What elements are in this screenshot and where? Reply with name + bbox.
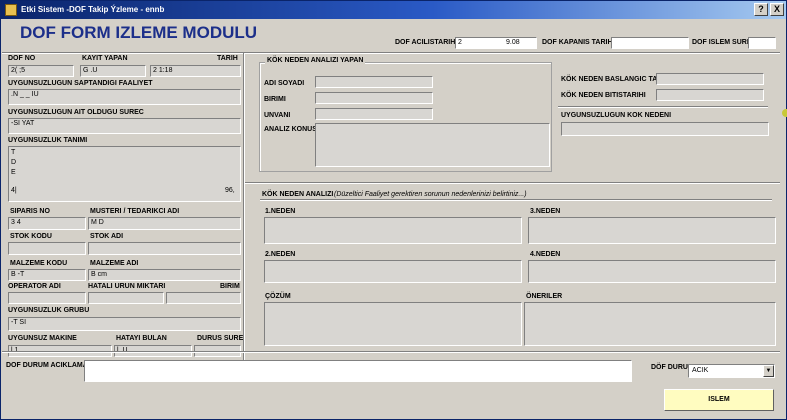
kok-nedeni-field[interactable] <box>561 122 769 136</box>
malzeme-adi-label: MALZEME ADI <box>90 260 139 267</box>
tanim-field[interactable]: T D E 4| 96, <box>8 146 241 202</box>
neden-3-field[interactable] <box>528 217 776 244</box>
kapanis-tarihi-field[interactable] <box>611 37 689 49</box>
separator <box>260 199 772 201</box>
neden-4-field[interactable] <box>528 260 776 283</box>
separator-vertical <box>243 53 245 368</box>
dof-durum-value: ACIK <box>692 367 709 374</box>
siparis-field[interactable]: 3 4 <box>8 217 86 230</box>
stok-adi-field[interactable] <box>88 242 241 255</box>
surec-label: UYGUNSUZLUGUN AIT OLDUGU SUREC <box>8 109 144 116</box>
durum-aciklama-label: DOF DURUM ACIKLAMA : <box>6 362 92 369</box>
acilis-tarihi-label: DOF ACILISTARIHI : <box>395 39 462 46</box>
kayit-yapan-field[interactable]: G .U <box>80 65 146 77</box>
malzeme-kodu-label: MALZEME KODU <box>10 260 68 267</box>
cozum-label: ÇÖZÜM <box>265 293 291 300</box>
acilis-day: 2 <box>458 39 462 46</box>
kayit-yapan-label: KAYIT YAPAN <box>82 55 128 62</box>
separator <box>2 52 780 54</box>
durus-sure-label: DURUS SURE <box>197 335 244 342</box>
islem-sure-field[interactable] <box>748 37 776 49</box>
dof-no-field[interactable]: 2( ;5 <box>8 65 74 77</box>
islem-sure-label: DOF ISLEM SURE : <box>692 39 756 46</box>
faaliyet-label: UYGUNSUZLUGUN SAPTANDIGI FAALIYET <box>8 80 153 87</box>
side-marker <box>782 109 787 117</box>
tanim-line-2: D <box>11 159 17 166</box>
grubu-label: UYGUNSUZLUK GRUBU <box>8 307 90 314</box>
malzeme-kodu-field[interactable]: B -T <box>8 269 86 281</box>
neden-4-label: 4.NEDEN <box>530 251 561 258</box>
window-title: Etki Sistem -DOF Takip Ýzleme - ennb <box>21 5 165 14</box>
neden-2-field[interactable] <box>264 260 522 283</box>
adi-soyadi-label: ADI SOYADI <box>264 80 305 87</box>
hatali-miktar-field[interactable] <box>88 292 164 304</box>
surec-field[interactable]: -SI YAT <box>8 118 241 134</box>
makine-label: UYGUNSUZ MAKINE <box>8 335 77 342</box>
acilis-tarihi-field[interactable]: 2 9.08 <box>455 37 537 49</box>
chevron-down-icon[interactable]: ▼ <box>763 365 774 377</box>
separator <box>2 351 780 353</box>
durum-aciklama-field[interactable] <box>84 360 632 382</box>
neden-1-field[interactable] <box>264 217 522 244</box>
analiz-konusu-field[interactable] <box>315 123 550 167</box>
tarih-label: TARIH <box>217 55 238 62</box>
malzeme-adi-field[interactable]: B cm <box>88 269 241 281</box>
birimi-label: BIRIMI <box>264 96 286 103</box>
kok-neden-yapan-title: KÖK NEDEN ANALIZI YAPAN <box>265 57 366 64</box>
hatali-label: HATALI URUN MIKTARI <box>88 283 166 290</box>
neden-2-label: 2.NEDEN <box>265 251 296 258</box>
dof-durum-select[interactable]: ACIK ▼ <box>688 364 775 378</box>
separator <box>245 182 780 184</box>
dof-no-label: DOF NO <box>8 55 36 62</box>
operator-label: OPERATOR ADI <box>8 283 61 290</box>
analiz-konusu-label: ANALIZ KONUSU <box>264 126 322 133</box>
cozum-field[interactable] <box>264 302 522 346</box>
oneriler-field[interactable] <box>524 302 776 346</box>
kok-nedeni-label: UYGUNSUZLUGUN KOK NEDENI <box>561 112 672 119</box>
oneriler-label: ÖNERILER <box>526 293 563 300</box>
bitis-tarihi-field[interactable] <box>656 89 764 101</box>
tanim-line-4: 4| <box>11 187 17 194</box>
birim-label: BIRIM <box>220 283 240 290</box>
form-title: DOF FORM IZLEME MODULU <box>20 23 258 42</box>
bitis-tarihi-label: KÖK NEDEN BITISTARIHI <box>561 92 646 99</box>
musteri-field[interactable]: M D <box>88 217 241 230</box>
help-button[interactable]: ? <box>754 3 768 16</box>
app-window: Etki Sistem -DOF Takip Ýzleme - ennb ? X… <box>0 0 787 420</box>
birim-field[interactable] <box>166 292 241 304</box>
adi-soyadi-field[interactable] <box>315 76 433 88</box>
hatayi-bulan-label: HATAYI BULAN <box>116 335 167 342</box>
form-client-area: DOF FORM IZLEME MODULU DOF ACILISTARIHI … <box>2 19 782 416</box>
stok-adi-label: STOK ADI <box>90 233 124 240</box>
siparis-label: SIPARIS NO <box>10 208 50 215</box>
kapanis-tarihi-label: DOF KAPANIS TARIHI : <box>542 39 619 46</box>
stok-kodu-label: STOK KODU <box>10 233 52 240</box>
operator-field[interactable] <box>8 292 86 304</box>
stok-kodu-field[interactable] <box>8 242 86 255</box>
unvani-field[interactable] <box>315 108 433 120</box>
unvani-label: UNVANI <box>264 112 291 119</box>
neden-1-label: 1.NEDEN <box>265 208 296 215</box>
tanim-right-text: 96, <box>225 187 235 194</box>
app-icon <box>5 4 17 16</box>
islem-button[interactable]: ISLEM <box>664 389 774 411</box>
kok-neden-analizi-hint: (Düzeltici Faaliyet gerektiren sorunun n… <box>334 191 527 198</box>
tanim-line-3: E <box>11 169 16 176</box>
baslangic-tarihi-field[interactable] <box>656 73 764 85</box>
birimi-field[interactable] <box>315 92 433 104</box>
tarih-field[interactable]: 2 1:18 <box>150 65 241 77</box>
close-button[interactable]: X <box>770 3 784 16</box>
title-bar: Etki Sistem -DOF Takip Ýzleme - ennb ? X <box>1 1 786 19</box>
kok-neden-analizi-title: KÖK NEDEN ANALIZI <box>262 191 334 198</box>
tanim-label: UYGUNSUZLUK TANIMI <box>8 137 88 144</box>
neden-3-label: 3.NEDEN <box>530 208 561 215</box>
faaliyet-field[interactable]: .N _ _ IU <box>8 89 241 105</box>
separator <box>558 106 768 108</box>
tanim-line-1: T <box>11 149 16 156</box>
baslangic-tarihi-label: KÖK NEDEN BASLANGIC TARIHI <box>561 76 672 83</box>
grubu-field[interactable]: -T SI <box>8 317 241 331</box>
acilis-rest: 9.08 <box>506 39 520 46</box>
musteri-label: MUSTERI / TEDARIKCI ADI <box>90 208 180 215</box>
